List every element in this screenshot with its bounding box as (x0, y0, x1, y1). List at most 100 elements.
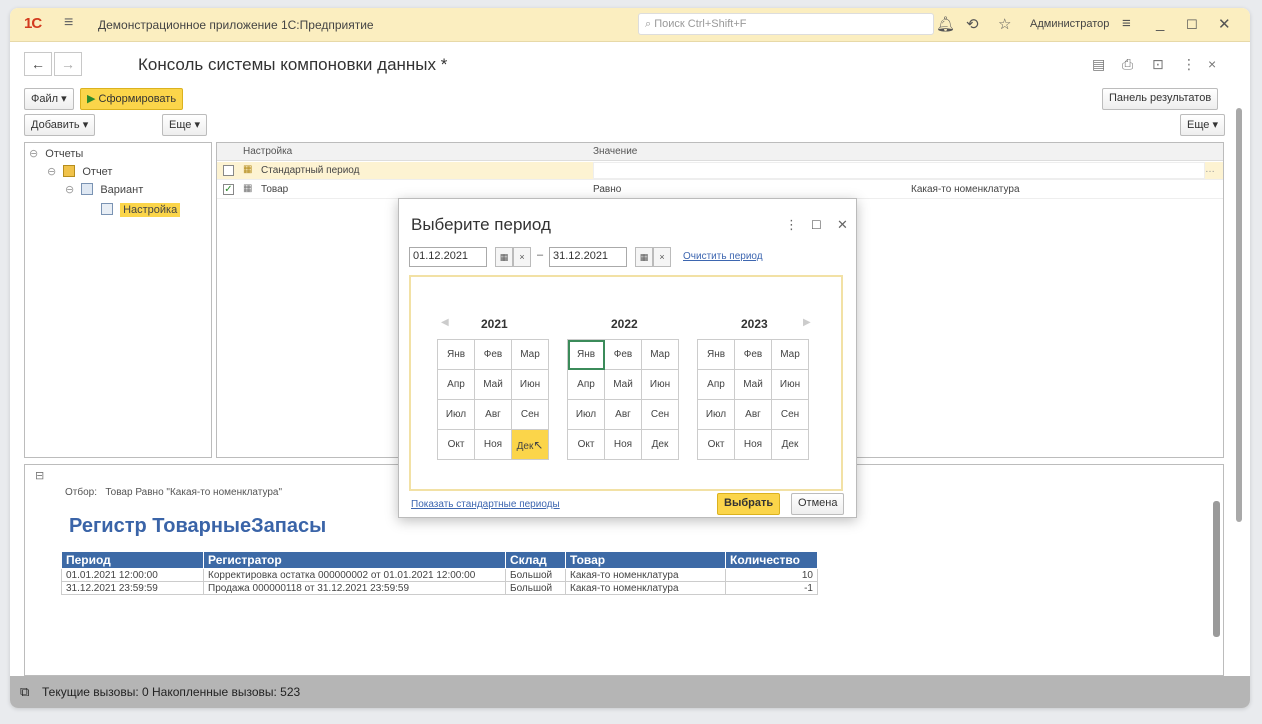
comparison-type[interactable]: Равно (593, 184, 621, 195)
month-cell[interactable]: Авг (734, 399, 772, 430)
month-cell[interactable]: Ноя (474, 429, 512, 460)
month-cell[interactable]: Июн (641, 369, 679, 400)
month-cell[interactable]: Фев (734, 339, 772, 370)
month-cell[interactable]: Июн (771, 369, 809, 400)
collapse-icon[interactable]: ⊖ (29, 148, 38, 160)
month-cell[interactable]: Июл (437, 399, 475, 430)
file-menu-button[interactable]: Файл ▾ (24, 88, 74, 110)
month-cell[interactable]: Май (474, 369, 512, 400)
month-cell[interactable]: Сен (511, 399, 549, 430)
generate-button[interactable]: ▶ Сформировать (80, 88, 184, 110)
tree-item-report[interactable]: ⊖ Отчет (47, 165, 112, 178)
tree-more-button[interactable]: Еще ▾ (162, 114, 207, 136)
form-close-icon[interactable]: × (1208, 56, 1216, 72)
form-scrollbar[interactable] (1236, 108, 1242, 522)
back-button[interactable]: ← (24, 52, 52, 76)
month-cell[interactable]: Янв (437, 339, 475, 370)
history-icon[interactable]: ⟲ (966, 15, 979, 33)
filter-value[interactable]: Какая-то номенклатура (911, 184, 1020, 195)
table-row[interactable]: 31.12.2021 23:59:59 Продажа 000000118 от… (61, 581, 818, 595)
save-icon[interactable]: ▤ (1092, 56, 1105, 73)
show-standard-periods-link[interactable]: Показать стандартные периоды (411, 499, 560, 510)
row-checkbox-checked[interactable]: ✓ (223, 184, 234, 195)
row-checkbox[interactable] (223, 165, 234, 176)
month-cell[interactable]: Авг (474, 399, 512, 430)
calls-icon[interactable]: ⧉ (20, 684, 29, 700)
column-header[interactable]: Настройка (243, 146, 292, 157)
tree-item-reports[interactable]: ⊖ Отчеты (29, 147, 83, 160)
collapse-icon[interactable]: ⊖ (47, 166, 56, 178)
month-cell-current[interactable]: Янв (567, 339, 605, 370)
column-header[interactable]: Значение (593, 146, 637, 157)
month-cell[interactable]: Окт (567, 429, 605, 460)
month-cell[interactable]: Мар (641, 339, 679, 370)
bell-icon[interactable]: 🔔︎ (936, 15, 955, 33)
prev-year-icon[interactable]: ◀ (441, 317, 449, 328)
more-vertical-icon[interactable]: ⋮ (785, 217, 798, 233)
month-cell[interactable]: Май (604, 369, 642, 400)
month-cell[interactable]: Апр (697, 369, 735, 400)
tree-item-variant[interactable]: ⊖ Вариант (65, 183, 143, 196)
calendar-icon[interactable]: ▦ (635, 247, 653, 267)
grid-more-button[interactable]: Еще ▾ (1180, 114, 1225, 136)
month-cell[interactable]: Фев (604, 339, 642, 370)
table-row[interactable]: ✓ ▦ Товар Равно Какая-то номенклатура (217, 181, 1223, 199)
date-to-field[interactable]: 31.12.2021 (549, 247, 627, 267)
month-cell[interactable]: Апр (437, 369, 475, 400)
cell-registrar[interactable]: Продажа 000000118 от 31.12.2021 23:59:59 (203, 581, 506, 595)
month-cell[interactable]: Ноя (734, 429, 772, 460)
print-icon[interactable]: ⎙ (1122, 56, 1133, 73)
month-cell[interactable]: Мар (511, 339, 549, 370)
clear-period-link[interactable]: Очистить период (683, 251, 763, 262)
month-cell[interactable]: Июл (697, 399, 735, 430)
forward-button[interactable]: → (54, 52, 82, 76)
month-cell[interactable]: Апр (567, 369, 605, 400)
table-row[interactable]: ▦ Стандартный период … (217, 162, 1223, 180)
results-panel-button[interactable]: Панель результатов (1102, 88, 1219, 110)
month-cell[interactable]: Фев (474, 339, 512, 370)
ellipsis-button[interactable]: … (1205, 164, 1215, 175)
value-cell[interactable] (593, 162, 1205, 179)
month-cell[interactable]: Дек (771, 429, 809, 460)
settings-menu-icon[interactable]: ≡ (1122, 15, 1131, 32)
maximize-icon[interactable]: ☐ (811, 218, 822, 232)
date-from-field[interactable]: 01.12.2021 (409, 247, 487, 267)
more-vertical-icon[interactable]: ⋮ (1182, 56, 1196, 73)
tree-item-settings[interactable]: Настройка (101, 203, 181, 217)
next-year-icon[interactable]: ▶ (803, 317, 811, 328)
search-input[interactable]: ⌕ Поиск Ctrl+Shift+F (638, 13, 934, 35)
close-icon[interactable]: ✕ (1218, 15, 1231, 33)
month-cell[interactable]: Окт (437, 429, 475, 460)
clear-icon[interactable]: × (513, 247, 531, 267)
select-button[interactable]: Выбрать (717, 493, 781, 515)
month-cell[interactable]: Дек (641, 429, 679, 460)
group-toggle-icon[interactable]: ⊟ (35, 469, 44, 482)
collapse-icon[interactable]: ⊖ (65, 184, 74, 196)
add-button[interactable]: Добавить ▾ (24, 114, 96, 136)
month-cell[interactable]: Авг (604, 399, 642, 430)
menu-icon[interactable]: ≡ (64, 14, 73, 32)
month-cell-selected[interactable]: Дек↖ (511, 429, 549, 460)
month-cell[interactable]: Ноя (604, 429, 642, 460)
month-cell[interactable]: Июн (511, 369, 549, 400)
month-cell[interactable]: Окт (697, 429, 735, 460)
preview-icon[interactable]: ⊡ (1152, 56, 1164, 73)
month-cell[interactable]: Сен (641, 399, 679, 430)
maximize-icon[interactable]: ☐ (1186, 17, 1198, 33)
close-icon[interactable]: ✕ (837, 217, 848, 233)
minimize-icon[interactable]: _ (1156, 15, 1164, 32)
table-row[interactable]: 01.01.2021 12:00:00 Корректировка остатк… (61, 568, 818, 582)
month-cell[interactable]: Сен (771, 399, 809, 430)
star-icon[interactable]: ☆ (998, 15, 1011, 33)
cell-registrar[interactable]: Корректировка остатка 000000002 от 01.01… (203, 568, 506, 582)
month-cell[interactable]: Июл (567, 399, 605, 430)
month-cell[interactable]: Май (734, 369, 772, 400)
cancel-button[interactable]: Отмена (791, 493, 845, 515)
calendar-icon[interactable]: ▦ (495, 247, 513, 267)
month-cell[interactable]: Мар (771, 339, 809, 370)
month-cell[interactable]: Янв (697, 339, 735, 370)
user-name[interactable]: Администратор (1030, 18, 1109, 30)
clear-icon[interactable]: × (653, 247, 671, 267)
tree-item-label: Настройка (120, 203, 181, 217)
result-scrollbar[interactable] (1213, 501, 1220, 637)
